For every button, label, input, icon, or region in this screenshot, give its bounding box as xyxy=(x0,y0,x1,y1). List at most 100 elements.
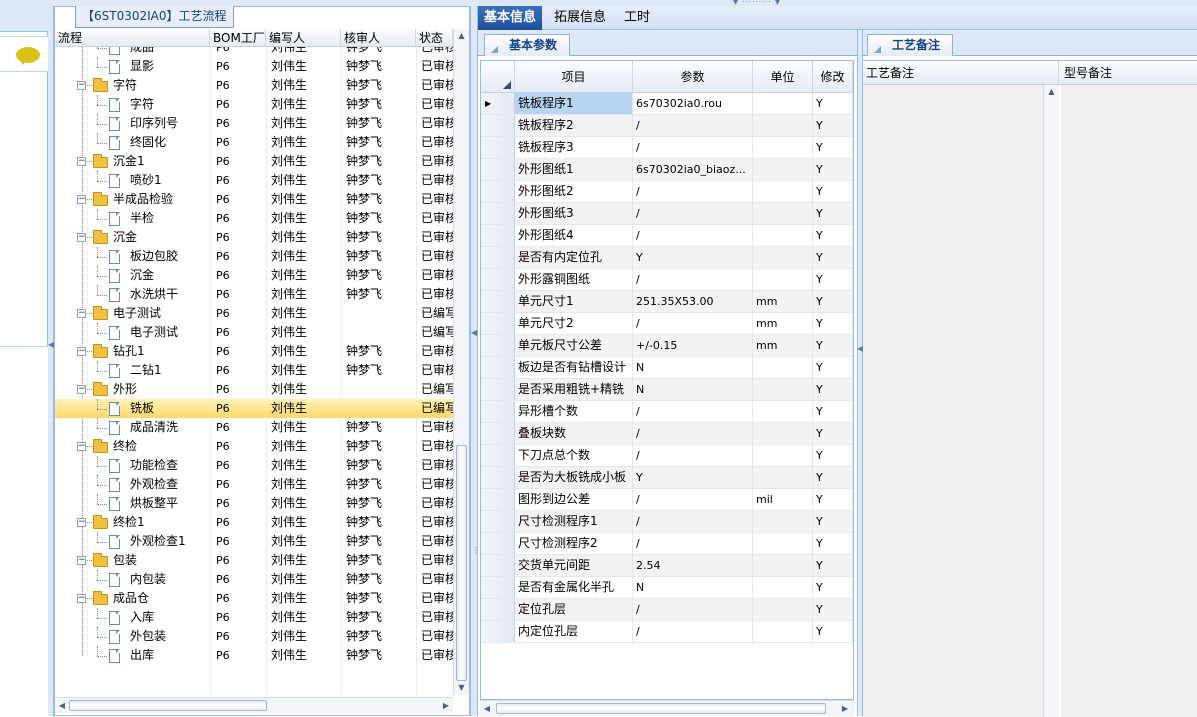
collapse-toggle-icon[interactable]: − xyxy=(77,233,86,242)
tree-node-label[interactable]: 外观检查1 xyxy=(130,532,210,551)
params-cell-value[interactable]: / xyxy=(633,269,753,290)
scroll-left-icon[interactable]: ◀ xyxy=(55,698,69,713)
params-cell-mod[interactable]: Y xyxy=(813,599,853,620)
params-cell-mod[interactable]: Y xyxy=(813,423,853,444)
tree-node-label[interactable]: 印序列号 xyxy=(130,114,210,133)
params-row[interactable]: 下刀点总个数 / Y xyxy=(481,445,853,467)
tree-node-label[interactable]: 沉金1 xyxy=(113,152,209,171)
params-cell-mod[interactable]: Y xyxy=(813,489,853,510)
tree-row[interactable]: 显影 P6 刘伟生 钟梦飞 已审核 xyxy=(55,57,453,76)
tree-node-label[interactable]: 显影 xyxy=(130,57,210,76)
chat-button[interactable] xyxy=(0,36,48,72)
tree-row[interactable]: 喷砂1 P6 刘伟生 钟梦飞 已审核 xyxy=(55,171,453,190)
row-header[interactable] xyxy=(481,621,515,642)
tree-col-process[interactable]: 流程 xyxy=(55,29,210,47)
row-header[interactable] xyxy=(481,379,515,400)
tree-row[interactable]: 二钻1 P6 刘伟生 钟梦飞 已审核 xyxy=(55,361,453,380)
tree-node-label[interactable]: 半成品检验 xyxy=(113,190,209,209)
params-cell-mod[interactable]: Y xyxy=(813,577,853,598)
params-cell-unit[interactable] xyxy=(753,467,813,488)
params-cell-value[interactable]: / xyxy=(633,225,753,246)
params-cell-mod[interactable]: Y xyxy=(813,445,853,466)
tree-node-label[interactable]: 沉金 xyxy=(130,266,210,285)
params-cell-mod[interactable]: Y xyxy=(813,291,853,312)
params-cell-unit[interactable] xyxy=(753,555,813,576)
collapse-toggle-icon[interactable]: − xyxy=(77,518,86,527)
params-cell-value[interactable]: / xyxy=(633,137,753,158)
tree-node-label[interactable]: 成品 xyxy=(130,47,210,57)
tree-row[interactable]: − 沉金1 P6 刘伟生 钟梦飞 已审核 xyxy=(55,152,453,171)
tree-row[interactable]: 水洗烘干 P6 刘伟生 钟梦飞 已审核 xyxy=(55,285,453,304)
params-cell-value[interactable]: / xyxy=(633,313,753,334)
params-cell-unit[interactable] xyxy=(753,401,813,422)
collapse-toggle-icon[interactable]: − xyxy=(77,81,86,90)
params-row[interactable]: 是否为大板铣成小板 Y Y xyxy=(481,467,853,489)
tree-row[interactable]: − 电子测试 P6 刘伟生 已编写 xyxy=(55,304,453,323)
params-row[interactable]: ▶ 铣板程序1 6s70302ia0.rou Y xyxy=(481,93,853,115)
params-cell-unit[interactable] xyxy=(753,225,813,246)
params-cell-unit[interactable] xyxy=(753,621,813,642)
params-cell-unit[interactable] xyxy=(753,203,813,224)
tree-col-writer[interactable]: 编写人 xyxy=(266,29,341,47)
tree-node-label[interactable]: 半检 xyxy=(130,209,210,228)
notes-col-process[interactable]: 工艺备注 xyxy=(863,61,1059,85)
params-cell-mod[interactable]: Y xyxy=(813,137,853,158)
tree-row[interactable]: − 字符 P6 刘伟生 钟梦飞 已审核 xyxy=(55,76,453,95)
params-cell-value[interactable]: N xyxy=(633,357,753,378)
tree-row[interactable]: 烘板整平 P6 刘伟生 钟梦飞 已审核 xyxy=(55,494,453,513)
params-row[interactable]: 交货单元间距 2.54 Y xyxy=(481,555,853,577)
row-header[interactable] xyxy=(481,115,515,136)
params-cell-unit[interactable]: mm xyxy=(753,313,813,334)
tree-row[interactable]: 终固化 P6 刘伟生 钟梦飞 已审核 xyxy=(55,133,453,152)
tree-row[interactable]: − 半成品检验 P6 刘伟生 钟梦飞 已审核 xyxy=(55,190,453,209)
params-col-value[interactable]: 参数 xyxy=(633,61,753,93)
tree-row[interactable]: − 外形 P6 刘伟生 已编写 xyxy=(55,380,453,399)
tab-extended-info[interactable]: 拓展信息 xyxy=(548,6,612,30)
tree-row[interactable]: 电子测试 P6 刘伟生 已编写 xyxy=(55,323,453,342)
scroll-down-icon[interactable]: ▼ xyxy=(454,681,469,695)
params-cell-mod[interactable]: Y xyxy=(813,159,853,180)
params-cell-unit[interactable] xyxy=(753,93,813,114)
tree-node-label[interactable]: 电子测试 xyxy=(113,304,209,323)
params-cell-unit[interactable] xyxy=(753,247,813,268)
params-cell-unit[interactable]: mm xyxy=(753,335,813,356)
params-cell-value[interactable]: 2.54 xyxy=(633,555,753,576)
params-cell-mod[interactable]: Y xyxy=(813,335,853,356)
tree-node-label[interactable]: 钻孔1 xyxy=(113,342,209,361)
row-header[interactable] xyxy=(481,533,515,554)
tree-node-label[interactable]: 沉金 xyxy=(113,228,209,247)
splitter-grip-icon[interactable]: ▼ ········· ▼ xyxy=(722,0,792,6)
model-notes-field[interactable] xyxy=(1061,85,1197,717)
notes-scrollbar[interactable]: ▲ xyxy=(1043,85,1059,717)
params-row[interactable]: 外形图纸3/ Y xyxy=(481,203,853,225)
tree-node-label[interactable]: 入库 xyxy=(130,608,210,627)
scroll-right-icon[interactable]: ▶ xyxy=(838,701,852,716)
process-notes-field[interactable] xyxy=(863,85,1043,717)
tree-row[interactable]: 板边包胶 P6 刘伟生 钟梦飞 已审核 xyxy=(55,247,453,266)
collapse-toggle-icon[interactable]: − xyxy=(77,594,86,603)
params-cell-mod[interactable]: Y xyxy=(813,555,853,576)
row-header[interactable] xyxy=(481,313,515,334)
params-cell-mod[interactable]: Y xyxy=(813,269,853,290)
params-cell-value[interactable]: / xyxy=(633,511,753,532)
tree-row[interactable]: 半检 P6 刘伟生 钟梦飞 已审核 xyxy=(55,209,453,228)
params-cell-unit[interactable] xyxy=(753,511,813,532)
tree-row[interactable]: 外观检查1 P6 刘伟生 钟梦飞 已审核 xyxy=(55,532,453,551)
tree-node-label[interactable]: 终检 xyxy=(113,437,209,456)
params-cell-unit[interactable] xyxy=(753,159,813,180)
params-row[interactable]: 外形露铜图纸 / Y xyxy=(481,269,853,291)
params-cell-unit[interactable] xyxy=(753,379,813,400)
params-cell-value[interactable]: N xyxy=(633,577,753,598)
tree-node-label[interactable]: 字符 xyxy=(113,76,209,95)
tree-node-label[interactable]: 喷砂1 xyxy=(130,171,210,190)
params-row[interactable]: 单元尺寸1 251.35X53.00 mm Y xyxy=(481,291,853,313)
tree-node-label[interactable]: 终固化 xyxy=(130,133,210,152)
tree-row[interactable]: − 成品仓 P6 刘伟生 钟梦飞 已审核 xyxy=(55,589,453,608)
tree-node-label[interactable]: 水洗烘干 xyxy=(130,285,210,304)
params-row[interactable]: 是否采用粗铣+精铣 N Y xyxy=(481,379,853,401)
row-header[interactable] xyxy=(481,599,515,620)
tree-node-label[interactable]: 烘板整平 xyxy=(130,494,210,513)
row-header[interactable] xyxy=(481,555,515,576)
params-row[interactable]: 尺寸检测程序2/ Y xyxy=(481,533,853,555)
params-cell-unit[interactable] xyxy=(753,423,813,444)
